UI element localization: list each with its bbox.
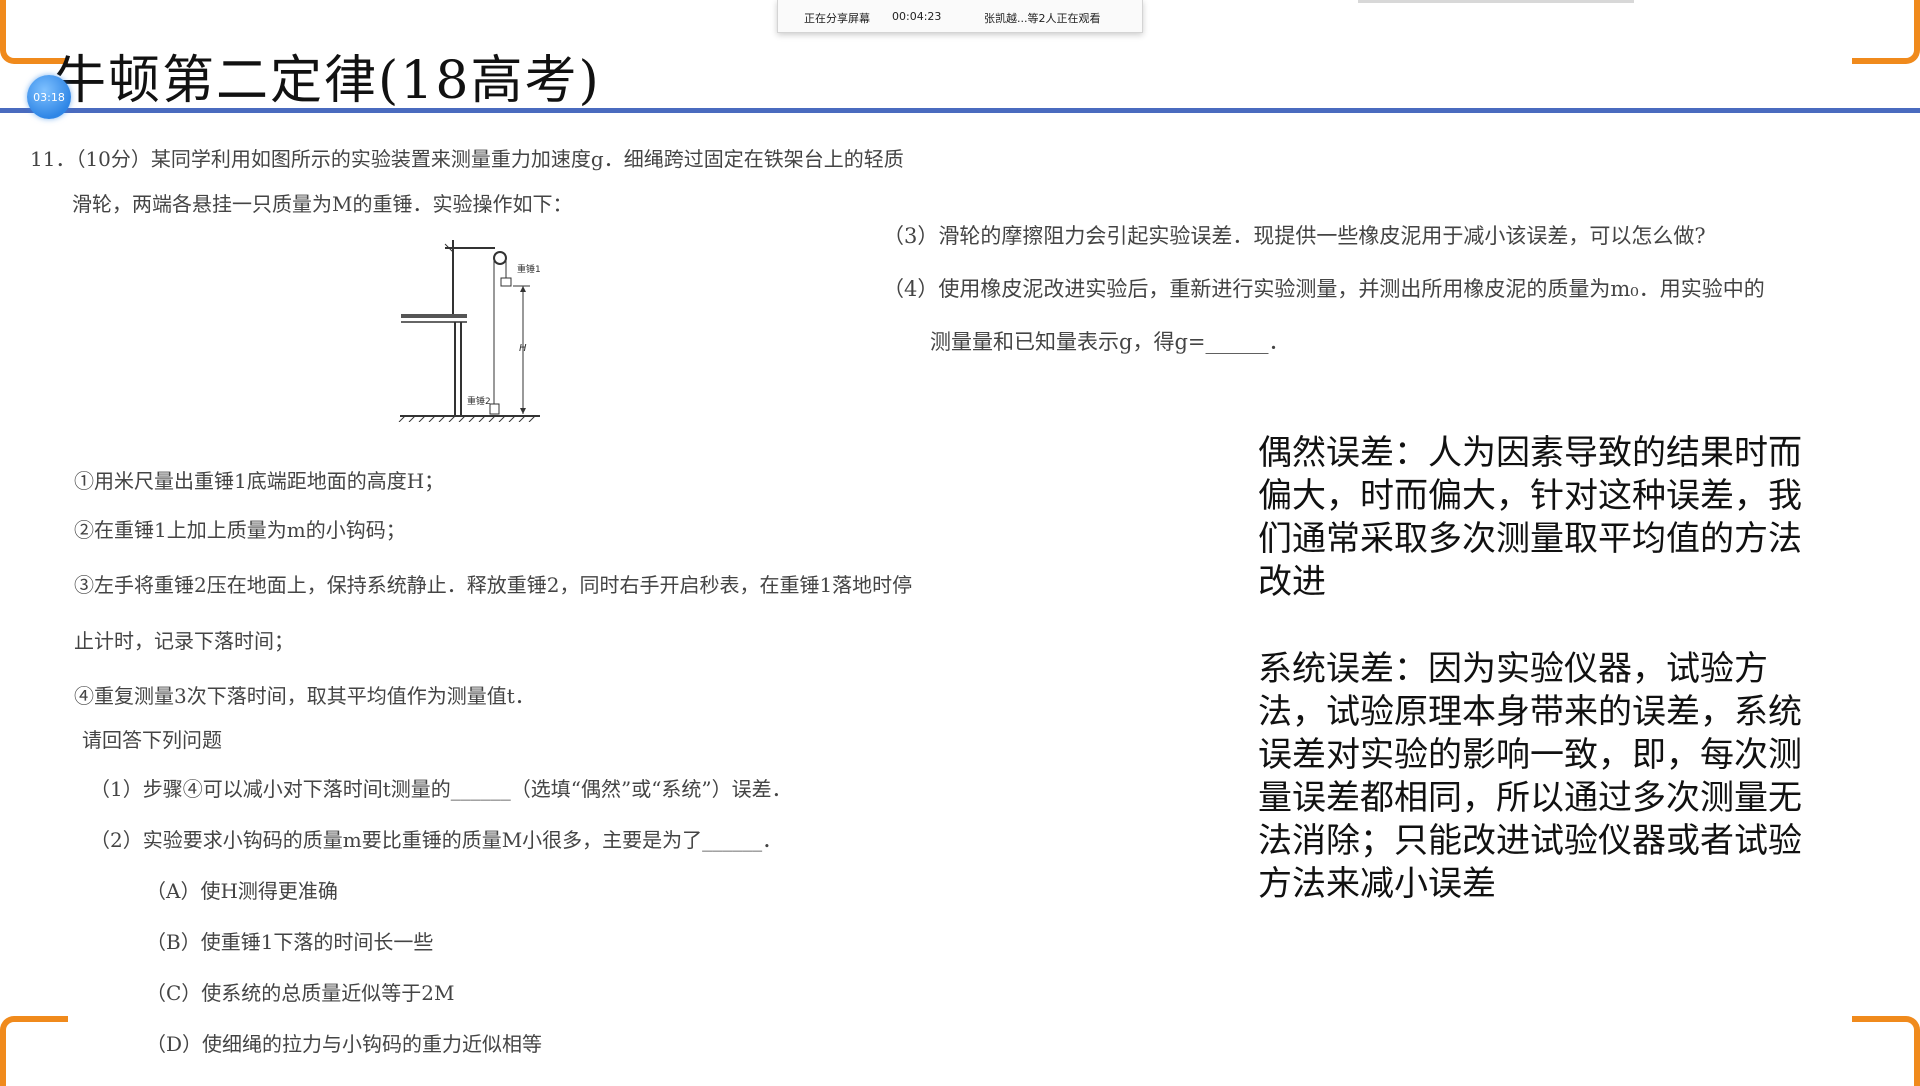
question-header-line2: 滑轮，两端各悬挂一只质量为M的重锤．实验操作如下： (72, 192, 573, 216)
step-3-continued: 止计时，记录下落时间； (74, 629, 294, 653)
figure-label-height: H (519, 343, 527, 354)
step-3: ③左手将重锤2压在地面上，保持系统静止．释放重锤2，同时右手开启秒表，在重锤1落… (74, 573, 913, 597)
top-toolbar-strip (1358, 0, 1634, 3)
option-b: （B）使重锤1下落的时间长一些 (146, 930, 434, 954)
note-systematic-error: 系统误差：因为实验仪器，试验方法，试验原理本身带来的误差，系统误差对实验的影响一… (1258, 649, 1802, 904)
question-1: （1）步骤④可以减小对下落时间t测量的______（选填“偶然”或“系统”）误差… (90, 777, 792, 801)
question-3: （3）滑轮的摩擦阻力会引起实验误差．现提供一些橡皮泥用于减小该误差，可以怎么做? (883, 224, 1706, 248)
option-a: （A）使H测得更准确 (146, 879, 338, 903)
step-4: ④重复测量3次下落时间，取其平均值作为测量值t． (74, 684, 535, 708)
share-elapsed-time: 00:04:23 (892, 10, 942, 23)
note-random-error: 偶然误差：人为因素导致的结果时而偏大，时而偏大，针对这种误差，我们通常采取多次测… (1258, 433, 1802, 602)
apparatus-figure: 重锤1 重锤2 H (398, 240, 541, 422)
step-2: ②在重锤1上加上质量为m的小钩码； (74, 518, 406, 542)
figure-label-weight1: 重锤1 (517, 263, 541, 275)
slide-title: 牛顿第二定律(18高考) (54, 51, 601, 111)
screen-share-status-bar[interactable]: 正在分享屏幕 00:04:23 张凯越...等2人正在观看 (777, 0, 1143, 33)
share-viewers-text[interactable]: 张凯越...等2人正在观看 (984, 10, 1101, 26)
answer-prompt: 请回答下列问题 (82, 728, 222, 752)
question-4-line1: （4）使用橡皮泥改进实验后，重新进行实验测量，并测出所用橡皮泥的质量为m₀．用实… (883, 277, 1765, 301)
frame-corner-top-right (1852, 0, 1920, 64)
timer-badge[interactable]: 03:18 (27, 75, 71, 119)
question-header: 11．（10分）某同学利用如图所示的实验装置来测量重力加速度g．细绳跨过固定在铁… (30, 147, 904, 171)
question-4-line2: 测量量和已知量表示g，得g=______． (930, 330, 1290, 354)
option-d: （D）使细绳的拉力与小钩码的重力近似相等 (146, 1032, 543, 1056)
title-divider (0, 108, 1920, 113)
question-2: （2）实验要求小钩码的质量m要比重锤的质量M小很多，主要是为了______． (90, 828, 783, 852)
figure-label-weight2: 重锤2 (467, 395, 491, 407)
step-1: ①用米尺量出重锤1底端距地面的高度H； (74, 469, 445, 493)
frame-corner-bottom-right (1852, 1016, 1920, 1086)
frame-corner-bottom-left (0, 1016, 68, 1086)
share-status-text: 正在分享屏幕 (804, 12, 870, 25)
option-c: （C）使系统的总质量近似等于2M (146, 981, 455, 1005)
